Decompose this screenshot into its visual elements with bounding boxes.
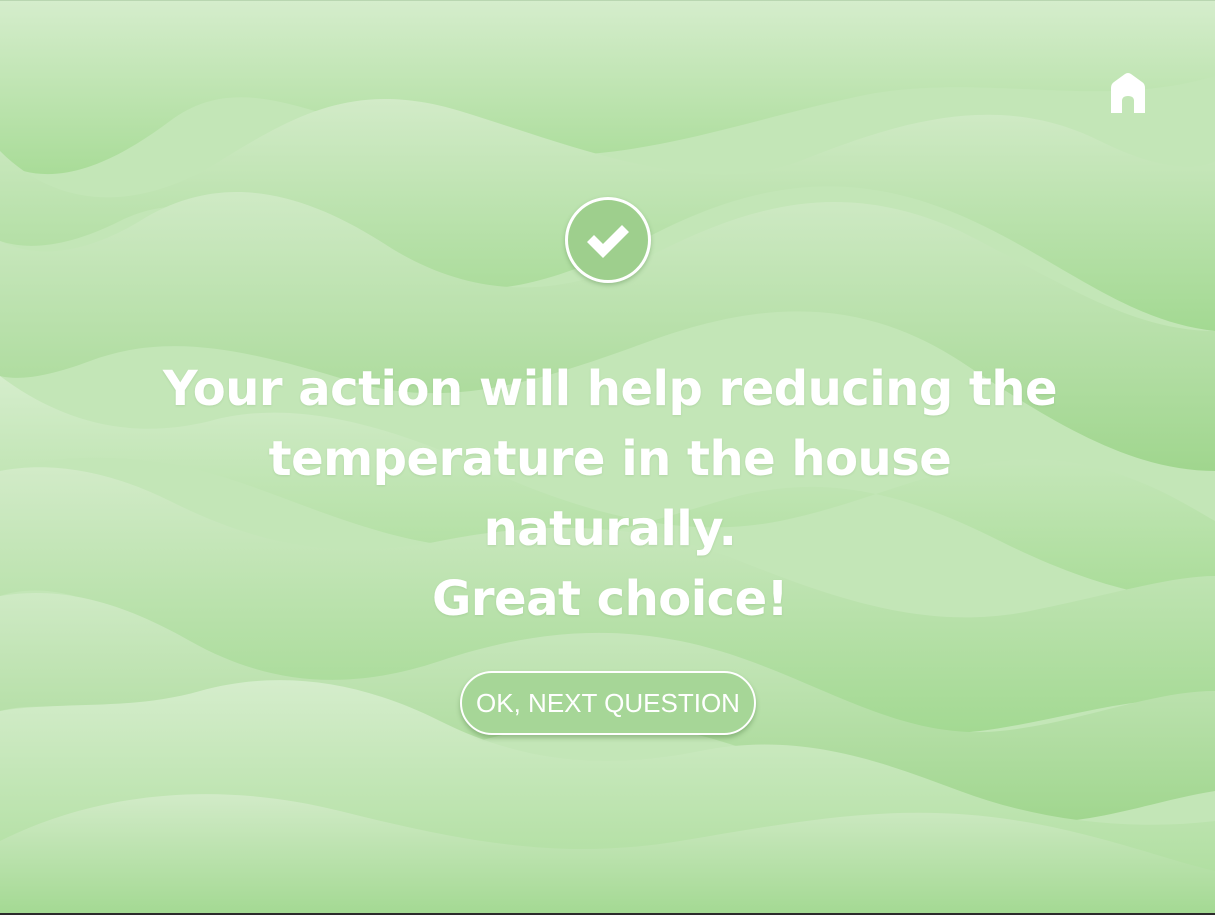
checkmark-icon [587,225,629,258]
success-badge [565,197,651,283]
feedback-message-line-2: temperature in the house naturally. [268,431,952,557]
feedback-message-line-3: Great choice! [431,571,789,627]
feedback-message-line-1: Your action will help reducing the [162,361,1058,417]
next-question-button[interactable]: OK, NEXT QUESTION [460,671,756,735]
feedback-message: Your action will help reducing the tempe… [140,354,1080,634]
home-icon [1111,73,1145,113]
home-button[interactable] [1104,69,1152,117]
feedback-screen: Your action will help reducing the tempe… [0,0,1215,915]
